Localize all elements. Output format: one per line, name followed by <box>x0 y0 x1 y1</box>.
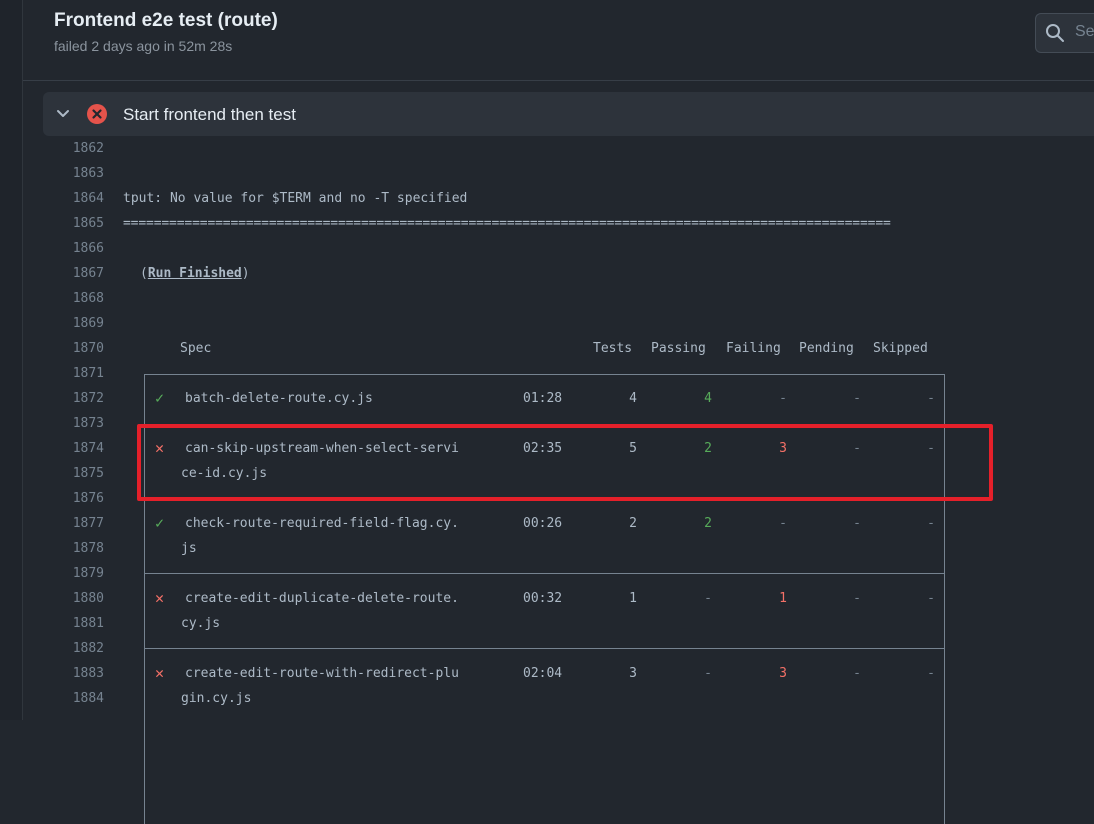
line-number: 1880 <box>72 591 104 606</box>
line-number: 1871 <box>72 366 104 381</box>
left-sidebar-strip <box>0 0 23 720</box>
spec-name: create-edit-duplicate-delete-route. <box>185 591 459 606</box>
chevron-down-icon[interactable] <box>55 106 71 122</box>
fail-x-icon: ✕ <box>155 664 165 682</box>
cell-failing: 3 <box>779 666 787 681</box>
line-number: 1864 <box>72 191 104 206</box>
cell-passing: - <box>704 666 712 681</box>
header-passing: Passing <box>651 341 706 356</box>
step-title: Start frontend then test <box>123 105 296 124</box>
line-number: 1881 <box>72 616 104 631</box>
log-separator: ========================================… <box>123 216 891 231</box>
cell-skipped: - <box>927 516 935 531</box>
cell-time: 02:04 <box>523 666 563 681</box>
step-header-start-frontend[interactable]: Start frontend then test <box>43 92 1094 136</box>
line-number: 1862 <box>72 141 104 156</box>
line-number: 1883 <box>72 666 104 681</box>
cell-passing: 2 <box>704 516 712 531</box>
cell-pending: - <box>853 391 861 406</box>
search-logs-input[interactable]: Se <box>1035 13 1094 53</box>
paren-open: ( <box>140 266 148 281</box>
line-number: 1866 <box>72 241 104 256</box>
line-number: 1869 <box>72 316 104 331</box>
cell-failing: - <box>779 391 787 406</box>
line-number: 1878 <box>72 541 104 556</box>
line-number: 1865 <box>72 216 104 231</box>
cell-time: 01:28 <box>523 391 563 406</box>
search-placeholder: Se <box>1075 23 1094 40</box>
cell-skipped: - <box>927 591 935 606</box>
spec-name-wrap: cy.js <box>181 616 221 631</box>
header-tests: Tests <box>593 341 633 356</box>
line-number: 1863 <box>72 166 104 181</box>
paren-close: ) <box>241 266 250 281</box>
line-number: 1876 <box>72 491 104 506</box>
line-number: 1870 <box>72 341 104 356</box>
header-spec: Spec <box>180 341 212 356</box>
fail-x-icon: ✕ <box>155 589 165 607</box>
line-number: 1872 <box>72 391 104 406</box>
table-top-border <box>144 374 944 375</box>
pass-check-icon: ✓ <box>155 389 165 407</box>
line-number: 1867 <box>72 266 104 281</box>
line-number: 1868 <box>72 291 104 306</box>
line-number: 1875 <box>72 466 104 481</box>
header-failing: Failing <box>726 341 781 356</box>
spec-name: check-route-required-field-flag.cy. <box>185 516 459 531</box>
cell-tests: 3 <box>629 666 637 681</box>
cell-failing: 1 <box>779 591 787 606</box>
spec-name-wrap: js <box>181 541 197 556</box>
table-divider-2 <box>144 648 944 649</box>
highlight-box <box>137 424 993 501</box>
cell-pending: - <box>853 516 861 531</box>
line-number: 1877 <box>72 516 104 531</box>
cell-failing: - <box>779 516 787 531</box>
cell-tests: 4 <box>629 391 637 406</box>
line-number: 1873 <box>72 416 104 431</box>
log-line-tput: tput: No value for $TERM and no -T speci… <box>123 191 468 206</box>
table-divider-1 <box>144 573 944 574</box>
cell-pending: - <box>853 666 861 681</box>
job-title: Frontend e2e test (route) <box>54 10 278 31</box>
run-finished-line: (Run Finished) <box>140 261 250 286</box>
cell-tests: 1 <box>629 591 637 606</box>
run-finished-label: Run Finished <box>147 266 242 281</box>
cell-time: 00:32 <box>523 591 563 606</box>
spec-name: create-edit-route-with-redirect-plu <box>185 666 459 681</box>
job-header: Frontend e2e test (route) failed 2 days … <box>23 0 1094 81</box>
cell-passing: - <box>704 591 712 606</box>
cell-pending: - <box>853 591 861 606</box>
failed-status-icon <box>87 104 107 124</box>
job-status-subtitle: failed 2 days ago in 52m 28s <box>54 38 233 54</box>
pass-check-icon: ✓ <box>155 514 165 532</box>
line-number: 1884 <box>72 691 104 706</box>
cell-skipped: - <box>927 666 935 681</box>
line-number: 1882 <box>72 641 104 656</box>
spec-name-wrap: gin.cy.js <box>181 691 252 706</box>
header-skipped: Skipped <box>873 341 928 356</box>
line-number: 1879 <box>72 566 104 581</box>
cell-skipped: - <box>927 391 935 406</box>
cell-time: 00:26 <box>523 516 563 531</box>
cell-passing: 4 <box>704 391 712 406</box>
spec-name: batch-delete-route.cy.js <box>185 391 373 406</box>
search-icon <box>1046 24 1064 42</box>
header-pending: Pending <box>799 341 854 356</box>
cell-tests: 2 <box>629 516 637 531</box>
line-number: 1874 <box>72 441 104 456</box>
